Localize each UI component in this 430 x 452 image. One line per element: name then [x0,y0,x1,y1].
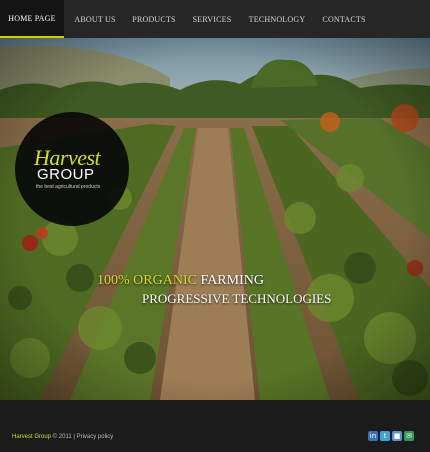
logo-tagline: the best agricultural products [36,184,101,190]
twitter-icon[interactable]: t [380,431,390,441]
copyright: Harvest Group © 2011 | Privacy policy [12,434,113,440]
footer: Harvest Group © 2011 | Privacy policy in… [0,400,430,452]
chat-icon[interactable]: ✉ [404,431,414,441]
footer-brand: Harvest Group [12,434,52,440]
hero-slider: Harvest GROUP the best agricultural prod… [0,38,430,400]
nav-products[interactable]: PRODUCTS [126,0,182,38]
hero-subheadline: PROGRESSIVE TECHNOLOGIES [142,291,332,306]
nav-about-us[interactable]: ABOUT US [64,0,126,38]
hero-headline-accent: 100% ORGANIC [97,273,197,288]
linkedin-icon[interactable]: in [368,431,378,441]
social-links: in t ■ ✉ [368,431,414,441]
nav-services[interactable]: SERVICES [182,0,242,38]
hero-headline-rest: FARMING [196,273,264,288]
main-nav: HOME PAGE ABOUT US PRODUCTS SERVICES TEC… [0,0,430,38]
copyright-text: © 2011 | Privacy policy [51,434,114,440]
nav-technology[interactable]: TECHNOLOGY [242,0,312,38]
hero-headline: 100% ORGANIC FARMING [97,273,264,289]
nav-home-page[interactable]: HOME PAGE [0,0,64,38]
nav-contacts[interactable]: CONTACTS [312,0,376,38]
delicious-icon[interactable]: ■ [392,431,402,441]
logo-word-group: GROUP [37,166,95,183]
logo[interactable]: Harvest GROUP the best agricultural prod… [15,112,129,226]
